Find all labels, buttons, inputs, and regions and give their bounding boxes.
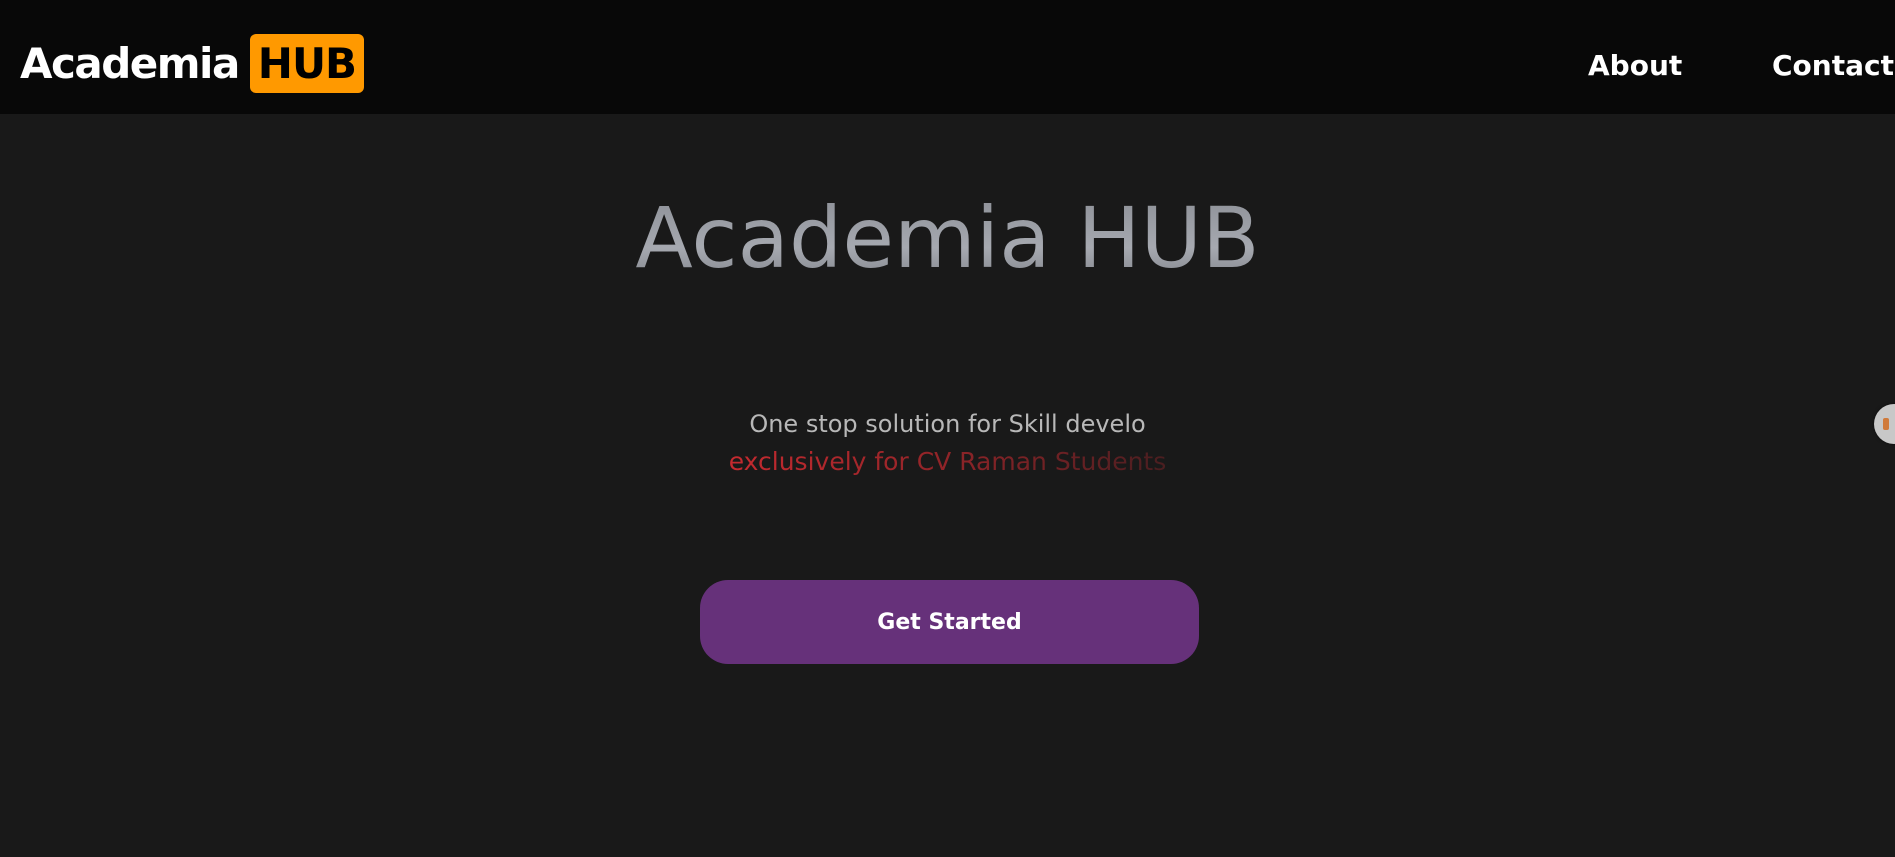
nav-link-about[interactable]: About xyxy=(1588,46,1682,86)
hero-tagline: One stop solution for Skill develo xyxy=(749,410,1146,438)
nav-link-contact[interactable]: Contact xyxy=(1772,46,1894,86)
site-logo[interactable]: Academia HUB xyxy=(20,34,365,93)
hero-title: Academia HUB xyxy=(0,188,1895,288)
get-started-button[interactable]: Get Started xyxy=(700,580,1199,664)
hero-subtag-text: exclusively for CV Raman Students xyxy=(728,447,1167,476)
hero-subtag: exclusively for CV Raman Students xyxy=(0,446,1895,478)
navbar: Academia HUB About Contact xyxy=(0,0,1895,114)
logo-text: Academia xyxy=(20,38,240,88)
logo-badge: HUB xyxy=(249,34,365,93)
